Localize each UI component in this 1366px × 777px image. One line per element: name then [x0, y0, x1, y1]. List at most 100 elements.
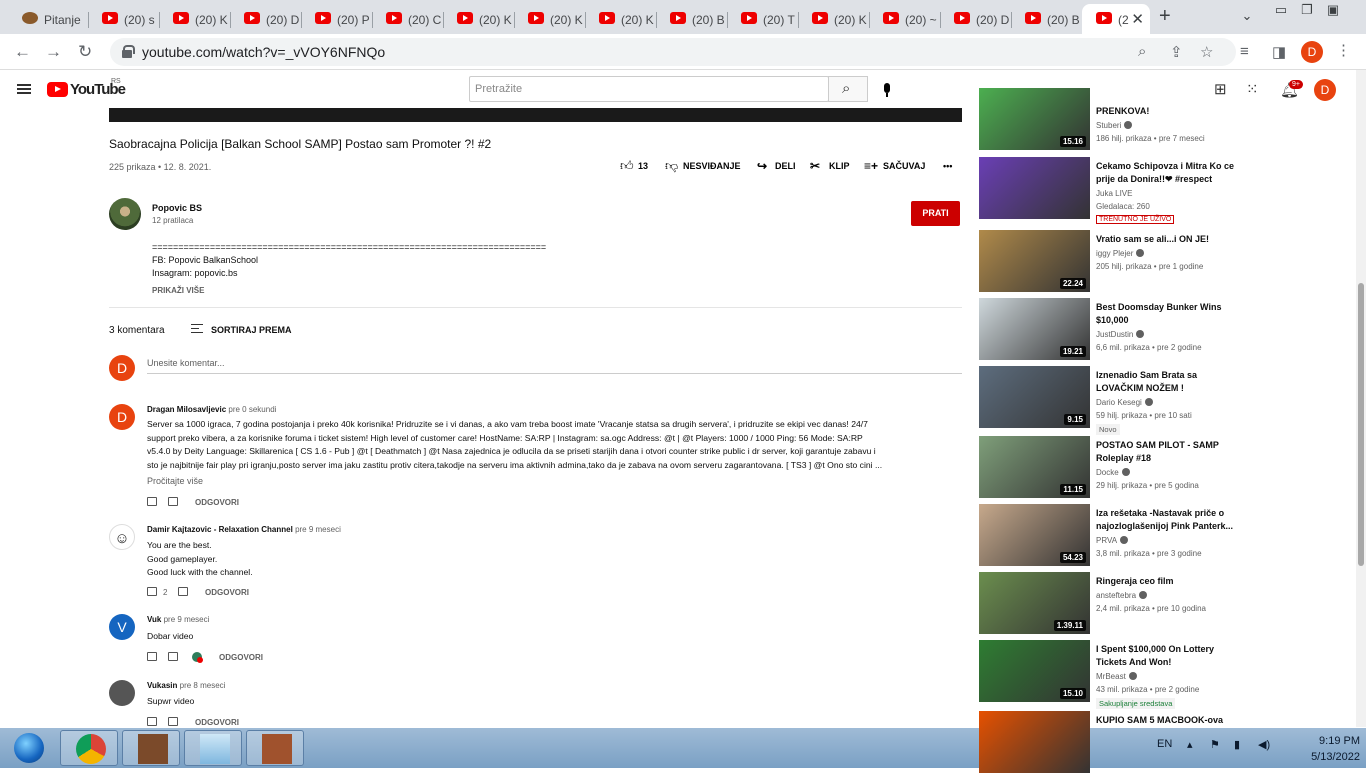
comment-time[interactable]: pre 9 meseci [164, 615, 210, 624]
comment-time[interactable]: pre 8 meseci [180, 681, 226, 690]
start-button[interactable] [2, 728, 56, 768]
related-video-card[interactable]: Cekamo Schipovza i Mitra Ko ce prije da … [979, 157, 1359, 224]
related-video-card[interactable]: 9.15 Iznenadio Sam Brata sa LOVAČKIM NOŽE… [979, 366, 1359, 435]
browser-tab[interactable]: Pitanje [8, 4, 88, 34]
related-video-title[interactable]: PRENKOVA! [1096, 105, 1236, 118]
video-thumbnail[interactable]: 11.15 [979, 436, 1090, 498]
share-arrow-icon[interactable]: ↪ [757, 159, 767, 173]
browser-tab[interactable]: (20) D [230, 4, 301, 34]
browser-tab[interactable]: (2 ✕ [1082, 4, 1150, 34]
share-button[interactable]: DELI [775, 161, 796, 171]
reading-list-icon[interactable]: ≡ [1240, 43, 1249, 60]
comment-dislike-icon[interactable] [168, 497, 178, 506]
side-panel-icon[interactable]: ◨ [1272, 43, 1286, 61]
related-video-channel[interactable]: Juka LIVE [1096, 189, 1132, 198]
comment-like-icon[interactable] [147, 652, 157, 661]
video-thumbnail[interactable]: 15.10 [979, 640, 1090, 702]
youtube-logo-icon[interactable] [47, 82, 68, 97]
related-video-channel[interactable]: JustDustin [1096, 330, 1145, 339]
related-video-title[interactable]: Iza rešetaka -Nastavak priče o najozlogl… [1096, 507, 1236, 533]
reply-button[interactable]: ODGOVORI [205, 588, 249, 597]
related-video-card[interactable]: 15.10 I Spent $100,000 On Lottery Tickets… [979, 640, 1359, 709]
comment-avatar[interactable]: D [109, 404, 135, 430]
tab-search-icon[interactable]: ⌄ [1237, 8, 1257, 24]
related-video-title[interactable]: I Spent $100,000 On Lottery Tickets And … [1096, 643, 1236, 669]
comment-dislike-icon[interactable] [168, 652, 178, 661]
save-playlist-icon[interactable]: ≡+ [864, 159, 878, 173]
related-video-title[interactable]: Cekamo Schipovza i Mitra Ko ce prije da … [1096, 160, 1236, 186]
related-video-card[interactable]: 11.15 POSTAO SAM PILOT - SAMP Roleplay #1… [979, 436, 1359, 502]
read-more-link[interactable]: Pročitajte više [147, 476, 203, 486]
related-video-title[interactable]: Best Doomsday Bunker Wins $10,000 [1096, 301, 1236, 327]
restore-button[interactable]: ❐ [1297, 2, 1317, 18]
comment-dislike-icon[interactable] [178, 587, 188, 596]
comment-avatar[interactable]: ☺ [109, 524, 135, 550]
comment-time[interactable]: pre 9 meseci [295, 525, 341, 534]
browser-tab[interactable]: (20) T [727, 4, 798, 34]
video-thumbnail[interactable]: 22.24 [979, 230, 1090, 292]
browser-tab[interactable]: (20) K [159, 4, 230, 34]
browser-tab[interactable]: (20) K [585, 4, 656, 34]
related-video-card[interactable]: 1.39.11 Ringeraja ceo film ansteftebra 2,4 … [979, 572, 1359, 638]
related-video-card[interactable]: KUPIO SAM 5 MACBOOK-ova [979, 711, 1359, 777]
related-video-title[interactable]: Iznenadio Sam Brata sa LOVAČKIM NOŽEM ! [1096, 369, 1236, 395]
reply-button[interactable]: ODGOVORI [219, 653, 263, 662]
video-player-controls[interactable] [109, 108, 962, 122]
menu-kebab-icon[interactable]: ⋮ [1336, 41, 1351, 59]
browser-tab[interactable]: (20) B [656, 4, 727, 34]
comment-avatar[interactable]: V [109, 614, 135, 640]
minimize-button[interactable]: ▭ [1271, 2, 1291, 18]
comment-author[interactable]: Dragan Milosavljevic [147, 405, 226, 414]
subscribe-button[interactable]: PRATI [911, 201, 960, 226]
video-thumbnail[interactable] [979, 157, 1090, 219]
video-thumbnail[interactable]: 1.39.11 [979, 572, 1090, 634]
browser-tab[interactable]: (20) P [301, 4, 372, 34]
clip-button[interactable]: KLIP [829, 161, 850, 171]
dislike-button[interactable]: NESVIĐANJE [683, 161, 741, 171]
new-tab-button[interactable]: + [1159, 5, 1171, 28]
related-video-title[interactable]: KUPIO SAM 5 MACBOOK-ova [1096, 714, 1236, 727]
video-thumbnail[interactable]: 19.21 [979, 298, 1090, 360]
comment-input[interactable]: Unesite komentar... [147, 358, 962, 374]
related-video-card[interactable]: 22.24 Vratio sam se ali...i ON JE! iggy Pl… [979, 230, 1359, 296]
browser-profile-avatar[interactable]: D [1301, 41, 1323, 63]
channel-avatar[interactable] [109, 198, 141, 230]
back-icon[interactable]: ← [14, 42, 31, 62]
related-video-title[interactable]: Ringeraja ceo film [1096, 575, 1236, 588]
microphone-icon[interactable] [884, 83, 890, 97]
comment-avatar[interactable] [109, 680, 135, 706]
like-icon[interactable]: 👍︎ [620, 158, 634, 174]
taskbar-notepad[interactable] [184, 730, 242, 766]
related-video-title[interactable]: Vratio sam se ali...i ON JE! [1096, 233, 1236, 246]
address-bar[interactable]: youtube.com/watch?v=_vVOY6NFNQo ⌕ ⇪ ☆ [110, 38, 1236, 66]
taskbar-app[interactable] [122, 730, 180, 766]
close-tab-icon[interactable]: ✕ [1131, 10, 1144, 28]
related-video-card[interactable]: 19.21 Best Doomsday Bunker Wins $10,000 Ju… [979, 298, 1359, 364]
browser-tab[interactable]: (20) K [514, 4, 585, 34]
related-video-card[interactable]: 54.23 Iza rešetaka -Nastavak priče o najo… [979, 504, 1359, 570]
dislike-icon[interactable]: 👎︎ [665, 158, 678, 174]
related-video-channel[interactable]: MrBeast [1096, 672, 1137, 681]
related-video-channel[interactable]: Dario Kesegi [1096, 398, 1153, 407]
video-thumbnail[interactable]: 54.23 [979, 504, 1090, 566]
browser-tab[interactable]: (20) D [940, 4, 1011, 34]
show-more-button[interactable]: PRIKAŽI VIŠE [152, 286, 204, 295]
browser-tab[interactable]: (20) C [372, 4, 443, 34]
related-video-channel[interactable]: Stuberi [1096, 121, 1133, 130]
taskbar-chrome[interactable] [60, 730, 118, 766]
comment-time[interactable]: pre 0 sekundi [228, 405, 276, 414]
sort-icon[interactable] [191, 324, 203, 333]
channel-name[interactable]: Popovic BS [152, 203, 202, 213]
video-thumbnail[interactable] [979, 711, 1090, 773]
sort-button[interactable]: SORTIRAJ PREMA [211, 325, 292, 335]
video-thumbnail[interactable]: 15.16 [979, 88, 1090, 150]
guide-menu-icon[interactable] [17, 84, 31, 94]
search-input[interactable]: Pretražite [469, 76, 829, 102]
comment-author[interactable]: Vuk [147, 615, 161, 624]
browser-tab[interactable]: (20) B [1011, 4, 1082, 34]
comment-author[interactable]: Damir Kajtazovic - Relaxation Channel [147, 525, 293, 534]
reload-icon[interactable]: ↻ [78, 42, 92, 62]
related-video-channel[interactable]: ansteftebra [1096, 591, 1148, 600]
related-video-channel[interactable]: iggy Plejer [1096, 249, 1145, 258]
browser-tab[interactable]: (20) s [88, 4, 159, 34]
